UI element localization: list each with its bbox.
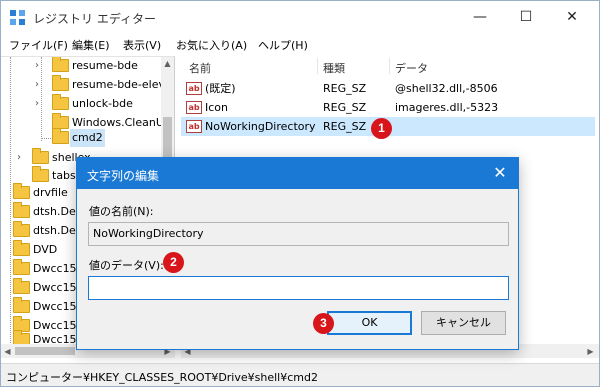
callout-badge-2: 2 — [163, 252, 184, 273]
expand-arrow-icon[interactable]: › — [35, 76, 45, 94]
value-type: REG_SZ — [323, 120, 367, 133]
folder-icon — [13, 330, 30, 344]
folder-icon — [13, 221, 30, 237]
dialog-close-icon[interactable]: ✕ — [490, 163, 510, 183]
folder-icon — [52, 94, 69, 110]
string-value-icon: ab — [186, 101, 202, 114]
menu-edit[interactable]: 編集(E) — [72, 37, 110, 53]
close-button[interactable]: ✕ — [549, 1, 595, 33]
dialog-title-bar: 文字列の編集 ✕ — [77, 158, 518, 189]
column-divider[interactable] — [389, 58, 390, 74]
tree-item-label: resume-bde-elev — [72, 78, 166, 91]
folder-icon — [52, 128, 69, 144]
scroll-up-icon[interactable]: ▲ — [161, 57, 174, 70]
expand-arrow-icon[interactable]: › — [35, 95, 45, 113]
value-data: @shell32.dll,-8506 — [395, 82, 498, 95]
tree-item-label: cmd2 — [70, 129, 105, 147]
folder-icon — [52, 75, 69, 91]
tree-connector — [41, 138, 51, 139]
value-name: (既定) — [205, 82, 236, 95]
list-row[interactable]: ab (既定) REG_SZ @shell32.dll,-8506 — [181, 79, 595, 98]
status-bar: コンピューター¥HKEY_CLASSES_ROOT¥Drive¥shell¥cm… — [1, 363, 599, 386]
tree-item-label: DVD — [33, 243, 58, 256]
folder-icon — [13, 297, 30, 313]
tree-item-label: Dwcc15i — [33, 333, 80, 344]
column-header-type[interactable]: 種類 — [323, 60, 345, 76]
value-name: Icon — [205, 101, 228, 114]
scroll-right-icon[interactable]: ▶ — [584, 345, 597, 358]
string-value-icon: ab — [186, 82, 202, 95]
folder-icon — [13, 259, 30, 275]
tree-item-label: resume-bde — [72, 59, 138, 72]
folder-icon — [32, 166, 49, 182]
scrollbar-thumb[interactable] — [15, 347, 75, 355]
registry-editor-icon — [10, 10, 26, 26]
menu-file[interactable]: ファイル(F) — [9, 37, 68, 53]
string-value-icon: ab — [186, 120, 202, 133]
value-name-label: 値の名前(N): — [89, 205, 154, 218]
dialog-body: 値の名前(N): NoWorkingDirectory 値のデータ(V): OK… — [77, 189, 518, 349]
callout-badge-3: 3 — [313, 313, 334, 334]
folder-icon — [13, 278, 30, 294]
folder-icon — [52, 57, 69, 72]
key-path: コンピューター¥HKEY_CLASSES_ROOT¥Drive¥shell¥cm… — [6, 371, 318, 384]
expand-arrow-icon[interactable]: › — [35, 57, 45, 75]
menu-view[interactable]: 表示(V) — [123, 37, 161, 53]
dialog-title: 文字列の編集 — [87, 169, 160, 183]
title-bar: レジストリ エディター — ☐ ✕ — [1, 1, 599, 33]
minimize-button[interactable]: — — [457, 1, 503, 33]
folder-icon — [32, 148, 49, 164]
menu-favorites[interactable]: お気に入り(A) — [176, 37, 247, 53]
menu-bar: ファイル(F) 編集(E) 表示(V) お気に入り(A) ヘルプ(H) — [1, 33, 599, 55]
tree-item-label: unlock-bde — [72, 97, 133, 110]
edit-string-dialog: 文字列の編集 ✕ 値の名前(N): NoWorkingDirectory 値のデ… — [76, 157, 519, 350]
column-header-data[interactable]: データ — [395, 60, 428, 76]
folder-icon — [13, 202, 30, 218]
value-type: REG_SZ — [323, 101, 367, 114]
tree-item-label: drvfile — [33, 186, 68, 199]
expand-arrow-icon[interactable]: › — [17, 149, 27, 167]
list-row[interactable]: ab Icon REG_SZ imageres.dll,-5323 — [181, 98, 595, 117]
tree-item-label: dtsh.Det — [33, 224, 81, 237]
window-title: レジストリ エディター — [33, 12, 156, 26]
value-name-field: NoWorkingDirectory — [88, 222, 509, 246]
value-data: imageres.dll,-5323 — [395, 101, 499, 114]
value-name: NoWorkingDirectory — [205, 120, 316, 133]
tree-connector — [10, 57, 11, 344]
menu-help[interactable]: ヘルプ(H) — [258, 37, 308, 53]
tree-item-label: dtsh.Det — [33, 205, 81, 218]
value-data-label: 値のデータ(V): — [89, 259, 164, 272]
column-header-name[interactable]: 名前 — [189, 60, 211, 76]
callout-badge-1: 1 — [371, 118, 392, 139]
registry-editor-window: レジストリ エディター — ☐ ✕ ファイル(F) 編集(E) 表示(V) お気… — [0, 0, 600, 387]
folder-icon — [13, 183, 30, 199]
maximize-button[interactable]: ☐ — [503, 1, 549, 33]
cancel-button[interactable]: キャンセル — [421, 311, 506, 335]
scroll-left-icon[interactable]: ◀ — [1, 345, 14, 358]
value-data-input[interactable] — [88, 276, 509, 300]
column-divider[interactable] — [317, 58, 318, 74]
value-type: REG_SZ — [323, 82, 367, 95]
ok-button[interactable]: OK — [327, 311, 412, 335]
folder-icon — [13, 240, 30, 256]
